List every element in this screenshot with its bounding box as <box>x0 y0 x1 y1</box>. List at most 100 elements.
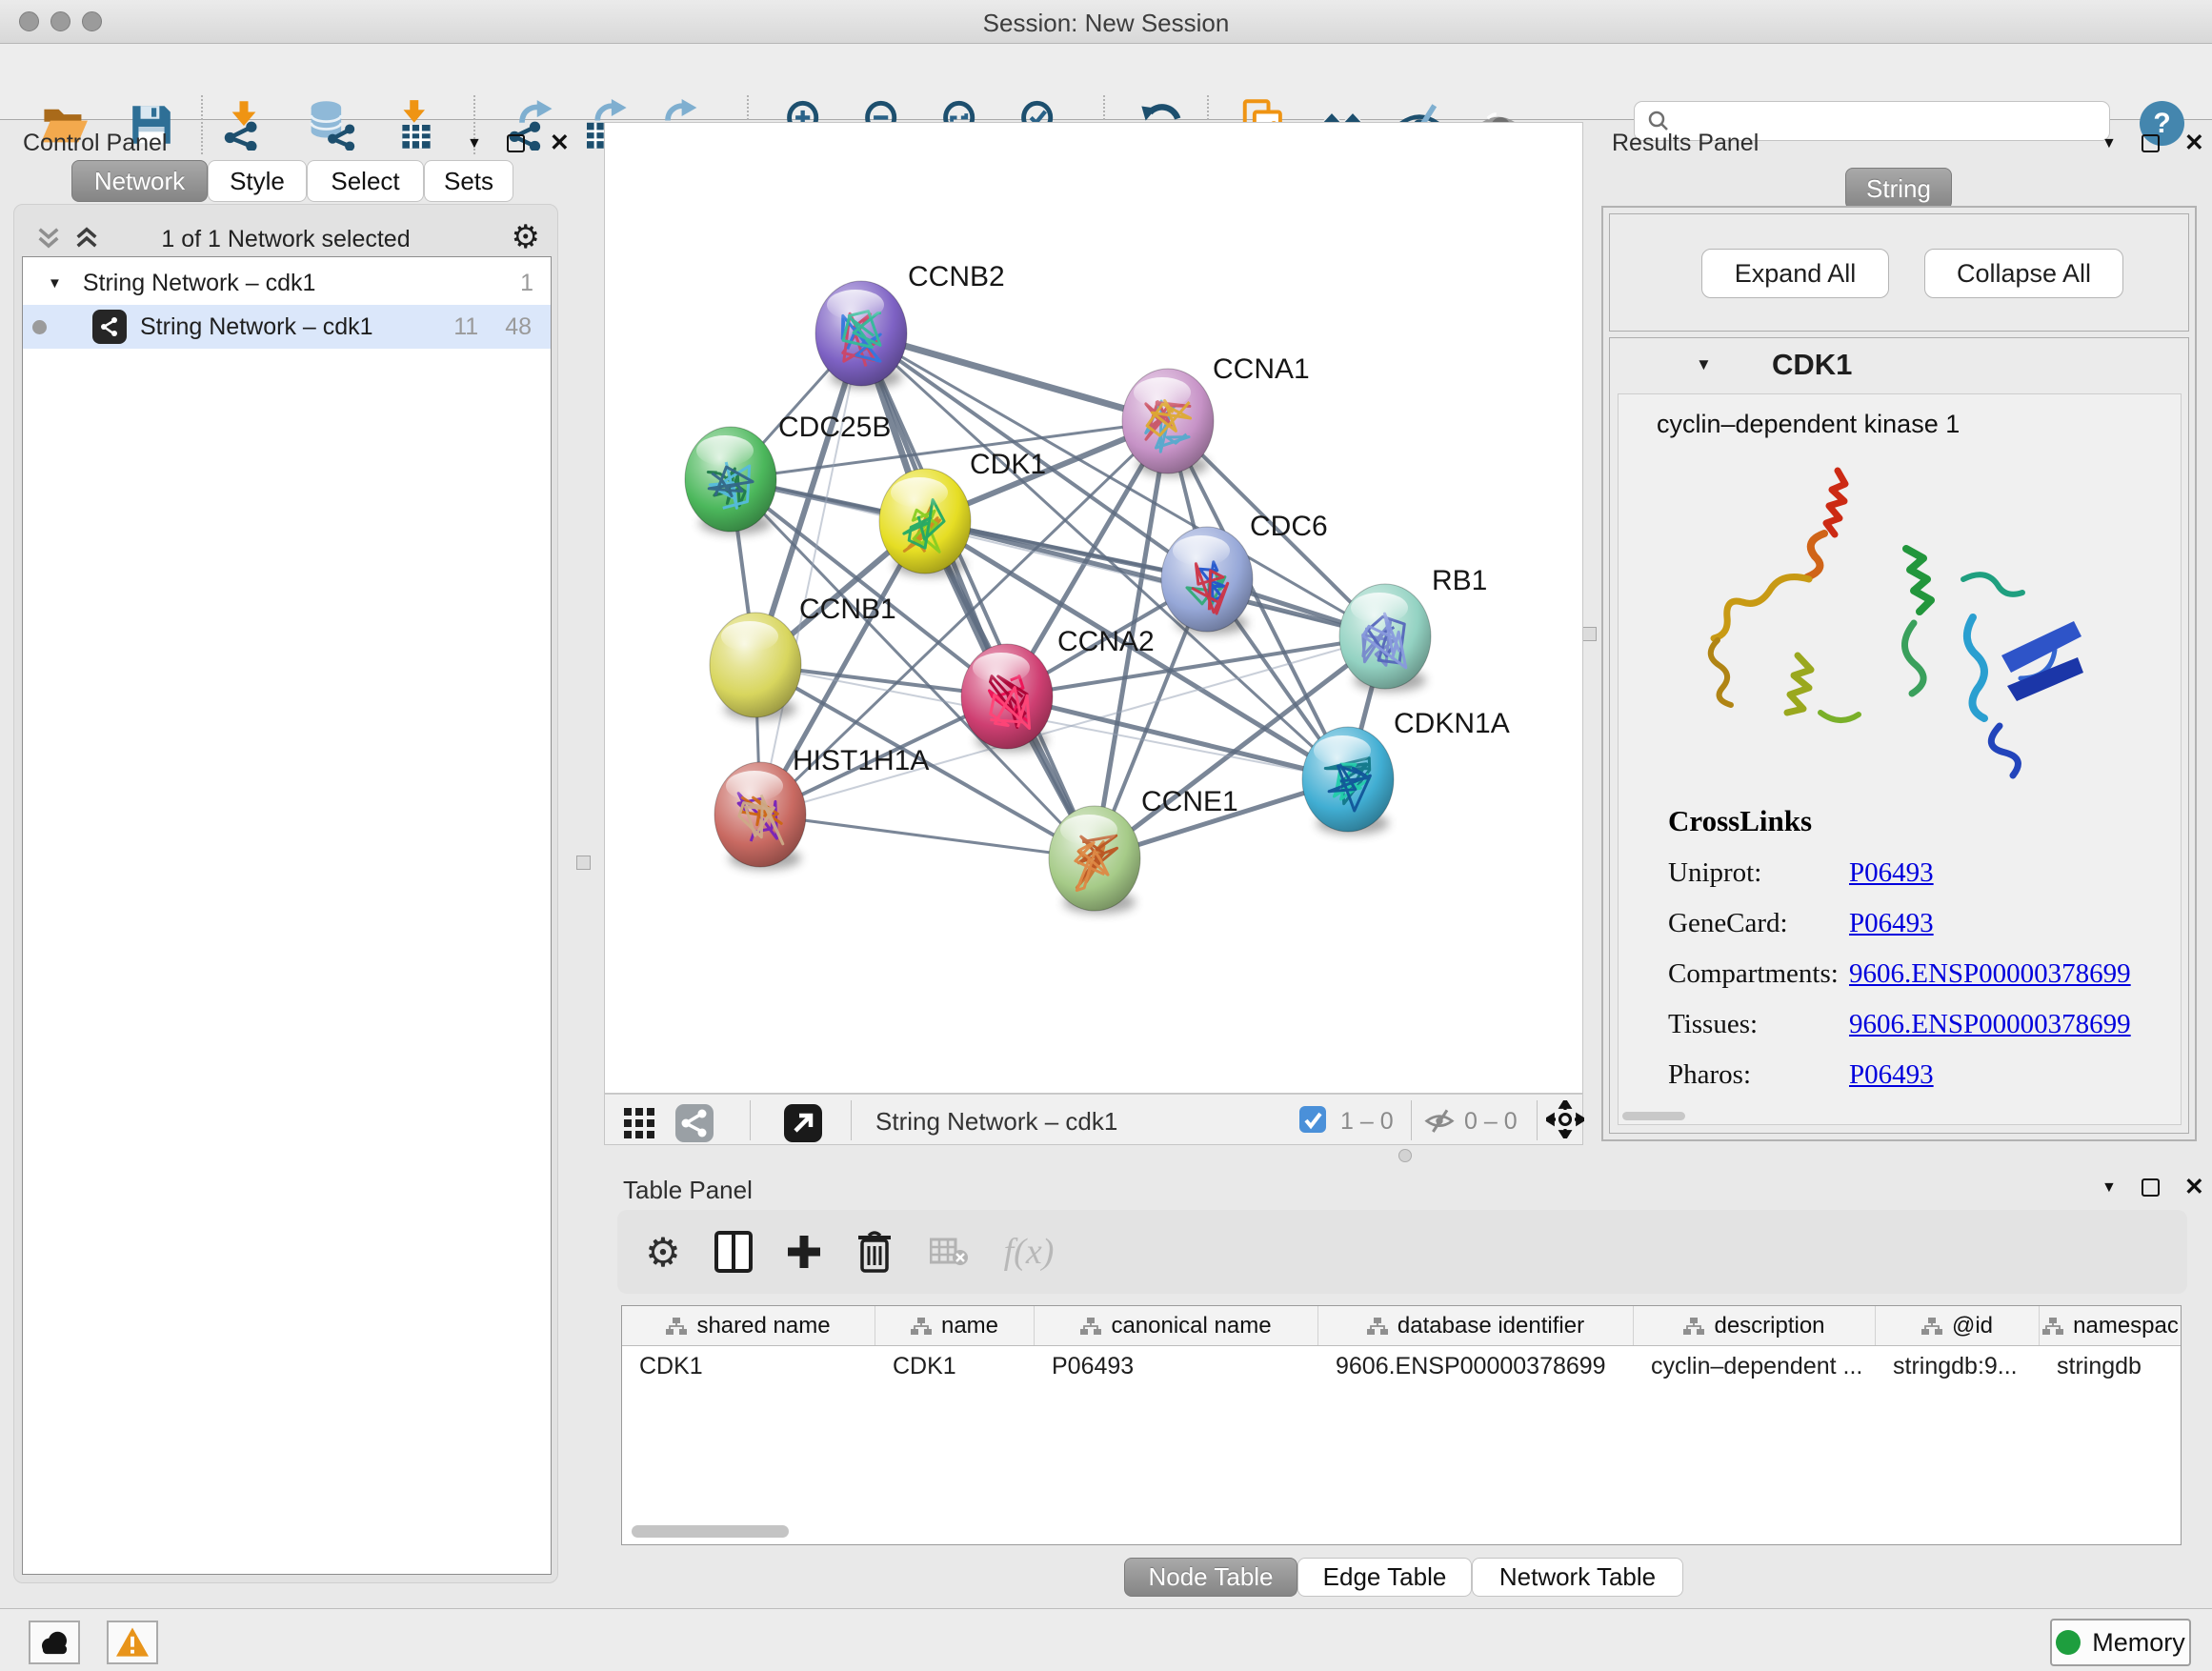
network-node-cdc6[interactable] <box>1161 527 1253 634</box>
network-node-cdkn1a[interactable] <box>1302 727 1394 835</box>
table-cell[interactable]: cyclin–dependent ... <box>1634 1346 1876 1388</box>
crosslink-link[interactable]: P06493 <box>1849 908 1934 939</box>
show-columns-icon[interactable] <box>709 1227 758 1277</box>
tab-network-table[interactable]: Network Table <box>1472 1558 1683 1597</box>
table-cell[interactable]: 9606.ENSP00000378699 <box>1318 1346 1634 1388</box>
network-node-hist1h1a[interactable] <box>714 762 806 870</box>
network-node-cdc25b[interactable] <box>685 427 776 534</box>
network-node-rb1[interactable] <box>1339 584 1431 692</box>
crosslinks-title: CrossLinks <box>1668 804 2131 838</box>
table-cell[interactable]: P06493 <box>1035 1346 1318 1388</box>
gene-collapse-arrow-icon[interactable]: ▼ <box>1696 355 1712 374</box>
table-column-header[interactable]: description <box>1634 1306 1876 1345</box>
birdseye-arrow-icon[interactable] <box>778 1098 828 1148</box>
table-row[interactable]: CDK1CDK1P064939606.ENSP00000378699cyclin… <box>622 1346 2181 1388</box>
toolbar-separator <box>851 1100 852 1140</box>
network-node-ccnb2[interactable] <box>815 281 907 389</box>
table-cell[interactable]: stringdb <box>2040 1346 2182 1388</box>
network-edge[interactable] <box>760 333 861 815</box>
column-tree-icon <box>2042 1317 2063 1336</box>
network-edge[interactable] <box>861 333 1095 858</box>
table-column-header[interactable]: database identifier <box>1318 1306 1634 1345</box>
network-node-cdk1[interactable] <box>879 469 971 576</box>
grid-view-icon[interactable] <box>614 1098 664 1148</box>
node-label: CDC6 <box>1250 511 1328 542</box>
right-splitter-handle[interactable] <box>1582 627 1597 641</box>
column-label: name <box>941 1313 998 1339</box>
table-cell[interactable]: CDK1 <box>622 1346 875 1388</box>
left-splitter-handle[interactable] <box>576 856 591 870</box>
tab-node-table[interactable]: Node Table <box>1124 1558 1297 1597</box>
pan-crosshair-icon[interactable] <box>1546 1100 1584 1138</box>
table-settings-gear-icon[interactable]: ⚙ <box>638 1227 688 1277</box>
network-selected-status: 1 of 1 Network selected <box>14 226 557 253</box>
tab-style[interactable]: Style <box>208 160 307 202</box>
table-header-row: shared name name canonical name database… <box>622 1306 2181 1346</box>
warning-icon[interactable] <box>107 1621 158 1664</box>
network-edge[interactable] <box>760 815 1095 858</box>
panel-float-icon[interactable] <box>507 134 525 152</box>
table-cell[interactable]: stringdb:9... <box>1876 1346 2040 1388</box>
network-node-ccna1[interactable] <box>1122 369 1214 476</box>
import-network-file-icon[interactable] <box>216 97 271 152</box>
toolbar-separator <box>1537 1100 1538 1140</box>
crosslinks-section: CrossLinks Uniprot: P06493 GeneCard: P06… <box>1668 804 2131 1091</box>
toolbar-separator <box>1411 1100 1412 1140</box>
table-column-header[interactable]: name <box>875 1306 1035 1345</box>
tab-select[interactable]: Select <box>307 160 424 202</box>
panel-float-icon[interactable] <box>2142 134 2160 152</box>
network-collection-row[interactable]: ▼ String Network – cdk1 1 <box>23 261 551 305</box>
panel-menu-arrow-icon[interactable]: ▼ <box>467 135 482 152</box>
expand-all-button[interactable]: Expand All <box>1701 249 1889 298</box>
add-column-plus-icon[interactable] <box>779 1227 829 1277</box>
import-table-icon[interactable] <box>389 97 444 152</box>
tab-network[interactable]: Network <box>71 160 208 202</box>
network-node-ccne1[interactable] <box>1049 806 1140 914</box>
network-canvas[interactable]: CCNB2CCNA1CDC25BCDK1CDC6RB1CCNB1CCNA2CDK… <box>604 122 1583 1094</box>
panel-close-icon[interactable]: ✕ <box>550 131 570 155</box>
crosslink-link[interactable]: P06493 <box>1849 1059 1934 1091</box>
results-hscrollbar[interactable] <box>1622 1112 1685 1120</box>
table-column-header[interactable]: @id <box>1876 1306 2040 1345</box>
crosslink-row: GeneCard: P06493 <box>1668 908 2131 939</box>
network-share-icon <box>92 310 127 344</box>
table-hscrollbar[interactable] <box>632 1525 789 1538</box>
crosslink-label: Uniprot: <box>1668 857 1849 889</box>
collection-expand-arrow-icon[interactable]: ▼ <box>48 275 62 292</box>
table-cell[interactable]: CDK1 <box>875 1346 1035 1388</box>
table-column-header[interactable]: shared name <box>622 1306 875 1345</box>
network-row-selected[interactable]: String Network – cdk1 11 48 <box>23 305 551 349</box>
collapse-all-button[interactable]: Collapse All <box>1924 249 2123 298</box>
column-tree-icon <box>1921 1317 1942 1336</box>
network-node-ccnb1[interactable] <box>710 613 801 720</box>
crosslink-link[interactable]: 9606.ENSP00000378699 <box>1849 1009 2131 1040</box>
main-toolbar: ? <box>0 44 2212 120</box>
tab-edge-table[interactable]: Edge Table <box>1297 1558 1472 1597</box>
import-network-database-icon[interactable] <box>304 97 359 152</box>
delete-column-trash-icon[interactable] <box>850 1227 899 1277</box>
memory-button[interactable]: Memory <box>2050 1619 2191 1666</box>
tab-string[interactable]: String <box>1845 168 1952 210</box>
table-column-header[interactable]: namespac <box>2040 1306 2182 1345</box>
panel-close-icon[interactable]: ✕ <box>2184 131 2204 155</box>
panel-menu-arrow-icon[interactable]: ▼ <box>2101 1179 2117 1197</box>
memory-status-dot-icon <box>2056 1630 2081 1655</box>
toolbar-separator <box>201 95 203 154</box>
crosslink-link[interactable]: P06493 <box>1849 857 1934 889</box>
horizontal-splitter-handle[interactable] <box>1398 1149 1412 1162</box>
hidden-eye-slash-icon[interactable] <box>1422 1104 1457 1137</box>
panel-float-icon[interactable] <box>2142 1178 2160 1197</box>
gene-header-row[interactable]: ▼ CDK1 <box>1610 338 2188 392</box>
table-column-header[interactable]: canonical name <box>1035 1306 1318 1345</box>
crosslink-row: Pharos: P06493 <box>1668 1059 2131 1091</box>
panel-menu-arrow-icon[interactable]: ▼ <box>2101 135 2117 152</box>
cloud-icon[interactable] <box>29 1621 80 1664</box>
tab-sets[interactable]: Sets <box>424 160 513 202</box>
crosslink-link[interactable]: 9606.ENSP00000378699 <box>1849 958 2131 990</box>
table-panel-window-buttons: ▼ ✕ <box>2101 1176 2204 1199</box>
panel-close-icon[interactable]: ✕ <box>2184 1176 2204 1199</box>
network-options-gear-icon[interactable]: ⚙ <box>512 218 540 256</box>
crosslink-row: Compartments: 9606.ENSP00000378699 <box>1668 958 2131 990</box>
selected-checkbox-icon[interactable] <box>1298 1105 1327 1134</box>
network-share-view-icon[interactable] <box>670 1098 719 1148</box>
